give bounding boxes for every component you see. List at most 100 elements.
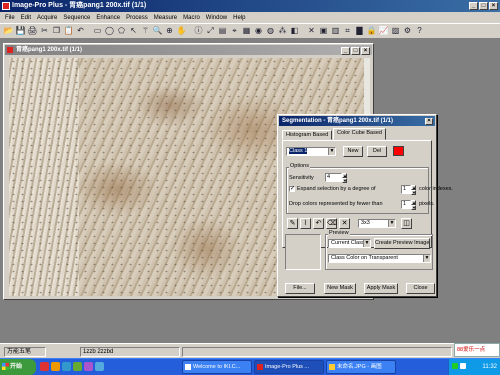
create-preview-image-button[interactable]: Create Preview Image [374, 238, 430, 249]
color-icon[interactable]: ◍ [265, 26, 276, 37]
tray-network-icon[interactable] [452, 363, 458, 369]
color-cube-well[interactable] [285, 234, 321, 270]
menu-enhance[interactable]: Enhance [93, 15, 123, 21]
clock[interactable]: 11:32 [482, 359, 497, 375]
task-image-pro[interactable]: Image-Pro Plus ... [254, 360, 324, 374]
menu-file[interactable]: File [2, 15, 18, 21]
close-doc-icon[interactable]: ✕ [306, 26, 317, 37]
kernel-options-icon[interactable]: ◫ [401, 218, 412, 229]
save-icon[interactable]: 💾 [15, 26, 26, 37]
task-welcome[interactable]: Welcome to IKI.C... [182, 360, 252, 374]
status-coords: 1zzb 2zzbd [80, 347, 180, 357]
image-maximize-button[interactable]: □ [351, 47, 360, 55]
preview-mode-select[interactable]: Current Class ▼ [328, 239, 371, 248]
menu-help[interactable]: Help [230, 15, 248, 21]
macro-icon[interactable]: ⚙ [402, 26, 413, 37]
new-class-button[interactable]: New [343, 146, 363, 157]
quicklaunch-media-icon[interactable] [51, 362, 60, 371]
overlay-mode-select[interactable]: Class Color on Transparent ▼ [328, 254, 431, 263]
lock-icon[interactable]: 🔒 [366, 26, 377, 37]
file-button[interactable]: File... [285, 283, 315, 294]
line-profile-icon[interactable]: 📈 [378, 26, 389, 37]
sensitivity-input[interactable]: 4 [325, 173, 342, 182]
eyedropper-tool-icon[interactable]: ⌇ [300, 218, 311, 229]
segmentation-title-bar[interactable]: Segmentation - 胃癌pang1 200x.tif (1/1) × [279, 116, 435, 126]
drop-pixels-input[interactable]: 1 [401, 200, 411, 209]
image-close-button[interactable]: × [361, 47, 370, 55]
threshold-icon[interactable]: ▣ [318, 26, 329, 37]
menu-edit[interactable]: Edit [18, 15, 34, 21]
ellipse-aoi-icon[interactable]: ◯ [104, 26, 115, 37]
menu-measure[interactable]: Measure [151, 15, 180, 21]
quicklaunch-app-icon[interactable] [73, 362, 82, 371]
quicklaunch-app3-icon[interactable] [95, 362, 104, 371]
kernel-size-select[interactable]: 3x3 ▼ [358, 219, 396, 228]
calibration-icon[interactable]: ⌗ [342, 26, 353, 37]
zoom-fit-icon[interactable]: ⤢ [205, 26, 216, 37]
magic-wand-icon[interactable]: ⚚ [140, 26, 151, 37]
menu-sequence[interactable]: Sequence [60, 15, 93, 21]
segmentation-icon[interactable]: ▥ [330, 26, 341, 37]
expand-selection-checkbox[interactable]: ✓ [289, 186, 295, 192]
drop-down-button[interactable]: ▼ [411, 205, 416, 210]
close-button[interactable]: × [489, 2, 498, 10]
shading-icon[interactable]: ◧ [289, 26, 300, 37]
segmentation-close-button[interactable]: × [425, 118, 433, 125]
scissors-icon[interactable]: ✂ [39, 26, 50, 37]
pencil-tool-icon[interactable]: ✎ [287, 218, 298, 229]
preview-group-title: Preview [328, 230, 350, 236]
zoom-icon[interactable]: 🔍 [152, 26, 163, 37]
undo-tool-icon[interactable]: ↶ [313, 218, 324, 229]
tab-histogram-based[interactable]: Histogram Based [282, 130, 333, 140]
zoom-in-icon[interactable]: ⊕ [164, 26, 175, 37]
class-select[interactable]: Class 1 ▼ [286, 147, 336, 156]
info-icon[interactable]: ⓘ [193, 26, 204, 37]
start-button[interactable]: 开始 [0, 359, 36, 375]
count-icon[interactable]: ⁂ [277, 26, 288, 37]
task-paint[interactable]: 未命名.JPG - 画图 [326, 360, 396, 374]
paste-icon[interactable]: 📋 [63, 26, 74, 37]
color-cube-panel: Class 1 ▼ New Del Options Sensitivity 4 … [282, 140, 432, 248]
delete-class-button[interactable]: Del [367, 146, 387, 157]
expand-degree-input[interactable]: 1 [401, 185, 411, 194]
cross-tool-icon[interactable]: ✕ [339, 218, 350, 229]
quicklaunch-desktop-icon[interactable] [62, 362, 71, 371]
menu-process[interactable]: Process [123, 15, 151, 21]
tab-color-cube-based[interactable]: Color Cube Based [333, 128, 386, 140]
tray-volume-icon[interactable] [460, 363, 466, 369]
new-mask-button[interactable]: New Mask [324, 283, 356, 294]
close-dialog-button[interactable]: Close [406, 283, 435, 294]
undo-icon[interactable]: ↶ [75, 26, 86, 37]
quicklaunch-app2-icon[interactable] [84, 362, 93, 371]
rectangle-aoi-icon[interactable]: ▭ [92, 26, 103, 37]
system-tray: 11:32 [448, 359, 500, 375]
class-color-swatch[interactable] [393, 146, 404, 156]
eraser-tool-icon[interactable]: ⌫ [326, 218, 337, 229]
sensitivity-down-button[interactable]: ▼ [342, 178, 347, 183]
sequence-icon[interactable]: ▤ [217, 26, 228, 37]
ime-indicator[interactable]: 88爱乐一点 [454, 343, 500, 357]
filter-icon[interactable]: ◉ [253, 26, 264, 37]
app-title-bar[interactable]: Image-Pro Plus - 胃癌pang1 200x.tif (1/1) … [0, 0, 500, 12]
folder-open-icon[interactable]: 📂 [3, 26, 14, 37]
print-icon[interactable]: 🖨 [27, 26, 38, 37]
pan-hand-icon[interactable]: ✋ [176, 26, 187, 37]
image-minimize-button[interactable]: _ [341, 47, 350, 55]
polygon-aoi-icon[interactable]: ⬠ [116, 26, 127, 37]
maximize-button[interactable]: □ [479, 2, 488, 10]
grid-icon[interactable]: ▦ [241, 26, 252, 37]
minimize-button[interactable]: _ [469, 2, 478, 10]
menu-macro[interactable]: Macro [180, 15, 203, 21]
bitmap-icon[interactable]: ▨ [390, 26, 401, 37]
menu-window[interactable]: Window [203, 15, 230, 21]
quicklaunch-ie-icon[interactable] [40, 362, 49, 371]
apply-mask-button[interactable]: Apply Mask [364, 283, 398, 294]
select-arrow-icon[interactable]: ↖ [128, 26, 139, 37]
measure-icon[interactable]: ⌖ [229, 26, 240, 37]
copy-icon[interactable]: ❐ [51, 26, 62, 37]
expand-down-button[interactable]: ▼ [411, 190, 416, 195]
image-window-title-bar[interactable]: 胃癌pang1 200x.tif (1/1) _ □ × [5, 45, 372, 55]
histogram-icon[interactable]: ▇ [354, 26, 365, 37]
menu-acquire[interactable]: Acquire [34, 15, 60, 21]
help-icon[interactable]: ? [414, 26, 425, 37]
